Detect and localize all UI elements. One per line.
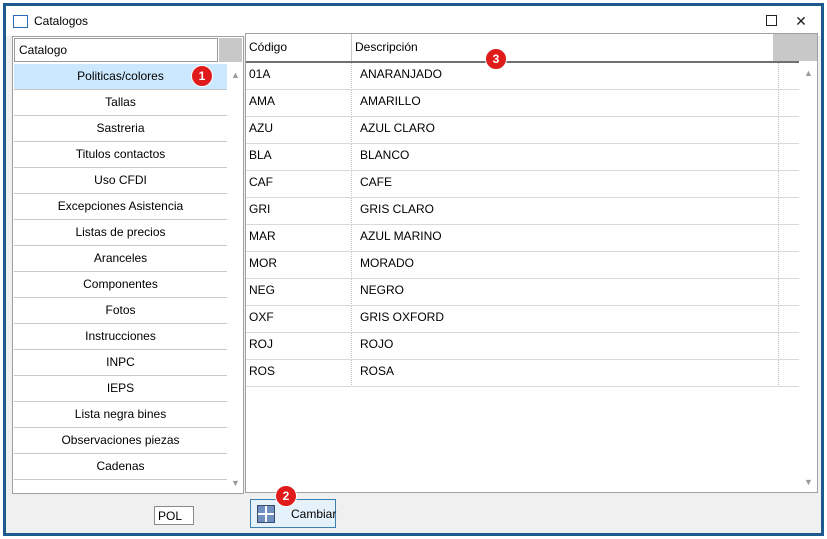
catalog-scrollbar[interactable]: ▲ ▼ [228,63,243,493]
window-icon [13,15,28,28]
catalog-item[interactable]: Tallas [14,90,227,116]
window-title: Catalogos [34,14,89,28]
cell-codigo[interactable]: ROJ [246,333,352,358]
catalog-item[interactable]: Titulos contactos [14,142,227,168]
cell-codigo[interactable]: AZU [246,117,352,142]
catalog-item[interactable]: Componentes [14,272,227,298]
maximize-icon [765,15,777,27]
codes-grid: Código Descripción 01A ANARANJADO AMA AMARI… [245,33,818,493]
cell-codigo[interactable]: 01A [246,63,352,88]
cell-descripcion[interactable]: GRIS CLARO [352,198,779,223]
cell-codigo[interactable]: MOR [246,252,352,277]
catalog-list: Politicas/colores Tallas Sastreria Titulos … [14,64,227,480]
catalog-column-header[interactable]: Catalogo [14,38,218,62]
table-row[interactable]: ROJ ROJO [246,333,799,360]
cell-descripcion[interactable]: GRIS OXFORD [352,306,779,331]
cell-codigo[interactable]: GRI [246,198,352,223]
table-row[interactable]: BLA BLANCO [246,144,799,171]
catalog-item[interactable]: Instrucciones [14,324,227,350]
cell-codigo[interactable]: ROS [246,360,352,385]
catalog-item[interactable]: Cadenas [14,454,227,480]
catalog-panel: Catalogo Politicas/colores Tallas Sastreri… [12,36,244,494]
table-row[interactable]: 01A ANARANJADO [246,63,799,90]
cambiar-button-label: Cambiar [291,507,337,521]
cell-codigo[interactable]: AMA [246,90,352,115]
grid-scrollbar[interactable]: ▲ ▼ [801,63,817,492]
title-bar: Catalogos ✕ [6,6,821,36]
table-row[interactable]: ROS ROSA [246,360,799,387]
cell-descripcion[interactable]: ROJO [352,333,779,358]
grid-header: Código Descripción [246,34,799,63]
column-header-codigo[interactable]: Código [246,34,352,61]
cell-descripcion[interactable]: AZUL MARINO [352,225,779,250]
catalog-item[interactable]: Lista negra bines [14,402,227,428]
catalog-item[interactable]: Aranceles [14,246,227,272]
table-row[interactable]: AMA AMARILLO [246,90,799,117]
table-row[interactable]: MOR MORADO [246,252,799,279]
scroll-up-icon[interactable]: ▲ [228,67,243,83]
close-icon: ✕ [795,13,807,29]
annotation-badge-2: 2 [275,485,297,507]
annotation-badge-3: 3 [485,48,507,70]
table-row[interactable]: GRI GRIS CLARO [246,198,799,225]
table-row[interactable]: NEG NEGRO [246,279,799,306]
catalog-item[interactable]: Excepciones Asistencia [14,194,227,220]
cell-codigo[interactable]: OXF [246,306,352,331]
cell-descripcion[interactable]: MORADO [352,252,779,277]
cell-codigo[interactable]: NEG [246,279,352,304]
cell-codigo[interactable]: MAR [246,225,352,250]
column-header-descripcion[interactable]: Descripción [352,34,774,61]
cell-descripcion[interactable]: ROSA [352,360,779,385]
cell-descripcion[interactable]: NEGRO [352,279,779,304]
cell-descripcion[interactable]: BLANCO [352,144,779,169]
catalog-item[interactable]: Observaciones piezas [14,428,227,454]
catalog-header-filler [219,38,242,62]
close-button[interactable]: ✕ [789,10,813,32]
cell-codigo[interactable]: BLA [246,144,352,169]
grid-rows: 01A ANARANJADO AMA AMARILLO AZU AZUL CLARO BLA… [246,63,799,387]
catalog-item[interactable]: Listas de precios [14,220,227,246]
catalog-item[interactable]: Sastreria [14,116,227,142]
catalog-item[interactable]: Uso CFDI [14,168,227,194]
catalog-item[interactable]: IEPS [14,376,227,402]
table-row[interactable]: CAF CAFE [246,171,799,198]
annotation-badge-1: 1 [191,65,213,87]
catalog-item[interactable]: INPC [14,350,227,376]
table-row[interactable]: AZU AZUL CLARO [246,117,799,144]
scroll-down-icon[interactable]: ▼ [228,475,243,491]
catalog-code-field[interactable]: POL [154,506,194,525]
cell-descripcion[interactable]: CAFE [352,171,779,196]
table-row[interactable]: MAR AZUL MARINO [246,225,799,252]
maximize-button[interactable] [759,10,783,32]
scroll-down-icon[interactable]: ▼ [801,474,816,490]
cell-descripcion[interactable]: AZUL CLARO [352,117,779,142]
catalog-item[interactable]: Fotos [14,298,227,324]
grid-icon [257,505,275,523]
cell-codigo[interactable]: CAF [246,171,352,196]
cell-descripcion[interactable]: AMARILLO [352,90,779,115]
table-row[interactable]: OXF GRIS OXFORD [246,306,799,333]
grid-header-filler [774,34,817,61]
cell-descripcion[interactable]: ANARANJADO [352,63,779,88]
scroll-up-icon[interactable]: ▲ [801,65,816,81]
